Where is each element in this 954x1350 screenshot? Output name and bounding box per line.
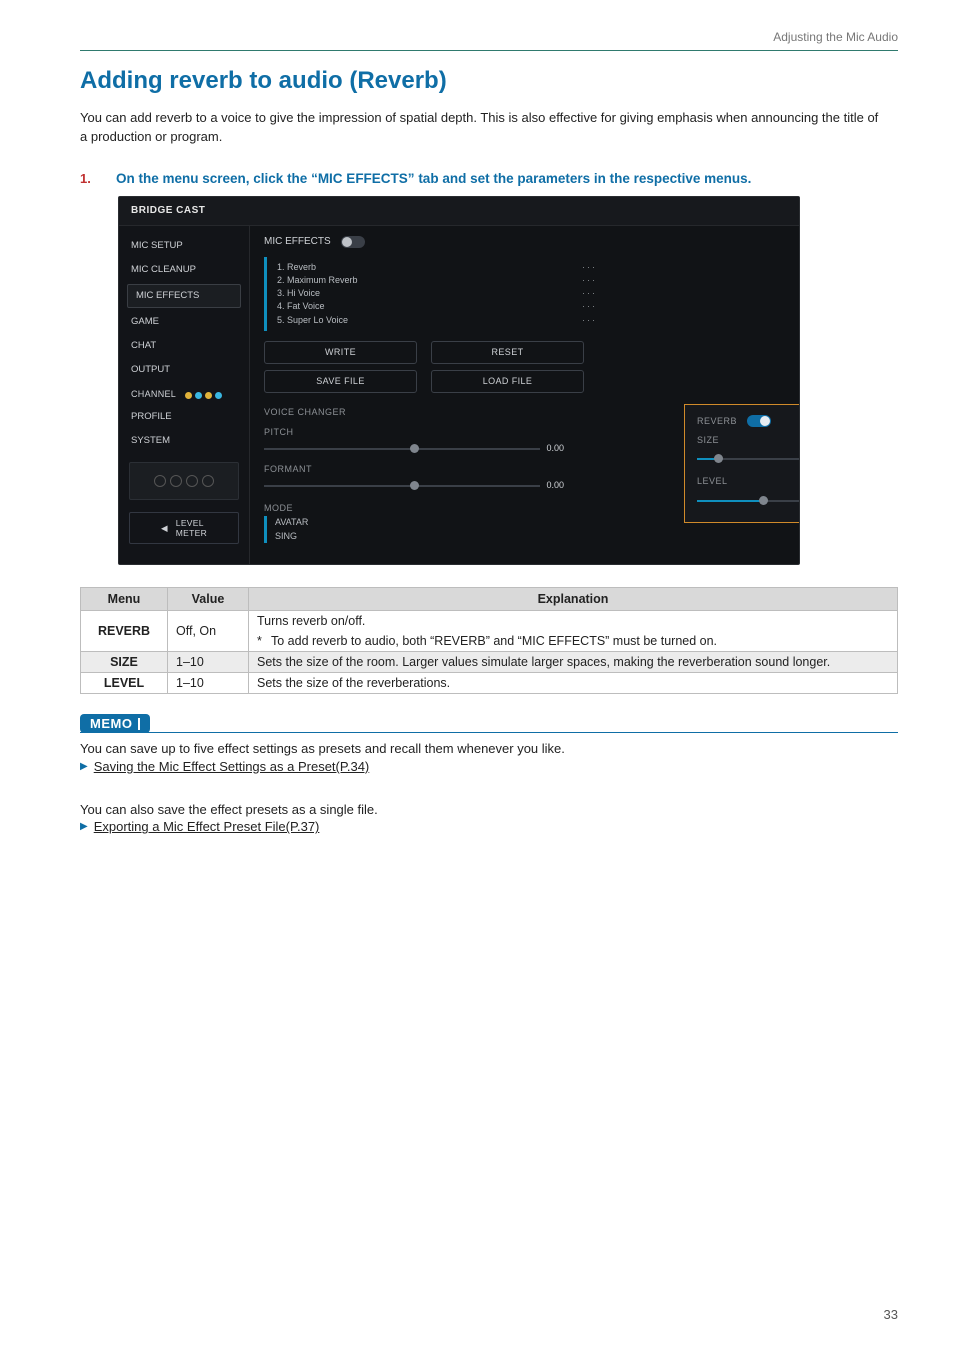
back-arrow-icon: ◀ bbox=[161, 523, 168, 534]
sidebar-item-mic-cleanup[interactable]: MIC CLEANUP bbox=[119, 258, 249, 282]
page-title: Adding reverb to audio (Reverb) bbox=[80, 67, 898, 95]
cell-size-explain: Sets the size of the room. Larger values… bbox=[249, 652, 898, 673]
sidebar-item-output[interactable]: OUTPUT bbox=[119, 358, 249, 382]
parameter-table: Menu Value Explanation REVERB Off, On Tu… bbox=[80, 587, 898, 694]
reset-button[interactable]: RESET bbox=[431, 341, 584, 364]
preset-list: 1. Reverb··· 2. Maximum Reverb··· 3. Hi … bbox=[264, 257, 597, 331]
sidebar: MIC SETUP MIC CLEANUP MIC EFFECTS GAME C… bbox=[119, 226, 250, 564]
step-1: 1. On the menu screen, click the “MIC EF… bbox=[80, 171, 898, 186]
sidebar-item-chat[interactable]: CHAT bbox=[119, 334, 249, 358]
sidebar-item-game[interactable]: GAME bbox=[119, 310, 249, 334]
th-menu: Menu bbox=[81, 588, 168, 611]
size-label: SIZE bbox=[697, 435, 800, 446]
memo-block: MEMO You can save up to five effect sett… bbox=[80, 714, 898, 834]
sidebar-item-profile[interactable]: PROFILE bbox=[119, 405, 249, 429]
device-thumbnail bbox=[129, 462, 239, 500]
app-window: BRIDGE CAST MIC SETUP MIC CLEANUP MIC EF… bbox=[118, 196, 800, 566]
memo-text-2: You can also save the effect presets as … bbox=[80, 800, 898, 820]
divider bbox=[80, 50, 898, 51]
preset-5[interactable]: 5. Super Lo Voice··· bbox=[277, 314, 597, 327]
step-text: On the menu screen, click the “MIC EFFEC… bbox=[116, 171, 751, 186]
page-number: 33 bbox=[884, 1307, 898, 1322]
sidebar-item-mic-setup[interactable]: MIC SETUP bbox=[119, 234, 249, 258]
cell-reverb-menu: REVERB bbox=[81, 611, 168, 652]
mic-effects-toggle[interactable] bbox=[341, 236, 365, 248]
sidebar-channel[interactable]: CHANNEL bbox=[119, 381, 249, 404]
reverb-toggle[interactable] bbox=[747, 415, 771, 427]
preset-1[interactable]: 1. Reverb··· bbox=[277, 261, 597, 274]
cell-level-value: 1–10 bbox=[168, 673, 249, 694]
save-file-button[interactable]: SAVE FILE bbox=[264, 370, 417, 393]
th-explain: Explanation bbox=[249, 588, 898, 611]
triangle-icon: ▶ bbox=[80, 821, 88, 832]
memo-text-1: You can save up to five effect settings … bbox=[80, 739, 898, 759]
sidebar-item-mic-effects[interactable]: MIC EFFECTS bbox=[127, 284, 241, 308]
write-button[interactable]: WRITE bbox=[264, 341, 417, 364]
channel-dot-1 bbox=[185, 392, 192, 399]
level-label: LEVEL bbox=[697, 476, 800, 487]
link-export-preset[interactable]: Exporting a Mic Effect Preset File(P.37) bbox=[94, 819, 320, 834]
channel-dot-4 bbox=[215, 392, 222, 399]
app-title: BRIDGE CAST bbox=[119, 197, 799, 227]
cell-size-value: 1–10 bbox=[168, 652, 249, 673]
cell-level-menu: LEVEL bbox=[81, 673, 168, 694]
level-label-2: METER bbox=[176, 528, 207, 539]
breadcrumb: Adjusting the Mic Audio bbox=[80, 30, 898, 50]
formant-slider[interactable]: 0.00 bbox=[264, 479, 564, 493]
cell-reverb-value: Off, On bbox=[168, 611, 249, 652]
sidebar-item-system[interactable]: SYSTEM bbox=[119, 429, 249, 453]
size-slider[interactable]: 2 bbox=[697, 452, 800, 466]
reverb-label: REVERB bbox=[697, 416, 737, 427]
cell-size-menu: SIZE bbox=[81, 652, 168, 673]
pitch-value: 0.00 bbox=[546, 443, 564, 454]
link-save-preset[interactable]: Saving the Mic Effect Settings as a Pres… bbox=[94, 759, 370, 774]
level-label-1: LEVEL bbox=[176, 518, 207, 529]
level-meter-button[interactable]: ◀ LEVEL METER bbox=[129, 512, 239, 544]
level-slider[interactable]: 5 bbox=[697, 494, 800, 508]
memo-badge: MEMO bbox=[80, 714, 150, 733]
step-number: 1. bbox=[80, 171, 98, 186]
triangle-icon: ▶ bbox=[80, 761, 88, 772]
load-file-button[interactable]: LOAD FILE bbox=[431, 370, 584, 393]
intro-text: You can add reverb to a voice to give th… bbox=[80, 109, 880, 147]
channel-dot-3 bbox=[205, 392, 212, 399]
mic-effects-label: MIC EFFECTS bbox=[264, 236, 331, 249]
cell-reverb-explain: Turns reverb on/off. *To add reverb to a… bbox=[249, 611, 898, 652]
th-value: Value bbox=[168, 588, 249, 611]
cell-level-explain: Sets the size of the reverberations. bbox=[249, 673, 898, 694]
preset-4[interactable]: 4. Fat Voice··· bbox=[277, 300, 597, 313]
channel-dot-2 bbox=[195, 392, 202, 399]
main-panel: MIC EFFECTS 1. Reverb··· 2. Maximum Reve… bbox=[250, 226, 799, 564]
preset-3[interactable]: 3. Hi Voice··· bbox=[277, 287, 597, 300]
channel-label: CHANNEL bbox=[131, 389, 176, 399]
pitch-slider[interactable]: 0.00 bbox=[264, 442, 564, 456]
preset-2[interactable]: 2. Maximum Reverb··· bbox=[277, 274, 597, 287]
mode-sing[interactable]: SING bbox=[275, 530, 785, 543]
formant-value: 0.00 bbox=[546, 480, 564, 491]
reverb-callout: REVERB SIZE 2 LEVEL 5 bbox=[684, 404, 800, 523]
